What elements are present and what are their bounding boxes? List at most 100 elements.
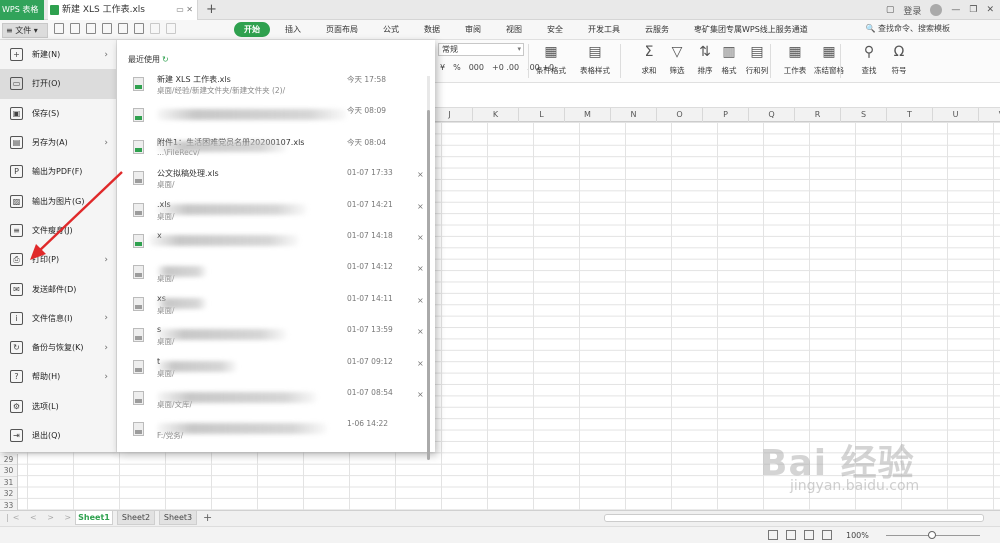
recent-file-item[interactable]: 附件1：生活困难党员名册20200107.xls...\FileRecv/今天 … <box>129 135 425 166</box>
add-sheet-button[interactable]: + <box>203 511 212 525</box>
redo-icon[interactable] <box>166 23 176 34</box>
number-format-button[interactable]: ¥ <box>440 63 445 72</box>
horizontal-scrollbar[interactable] <box>604 514 984 522</box>
recent-file-item[interactable]: x01-07 14:18× <box>129 229 425 260</box>
restore-icon[interactable]: ❐ <box>969 5 977 15</box>
column-header[interactable]: V <box>979 108 1000 122</box>
avatar[interactable] <box>930 4 943 16</box>
column-header[interactable]: O <box>657 108 703 122</box>
recent-file-item[interactable]: 桌面/01-07 14:12 × <box>129 260 425 291</box>
print-icon[interactable] <box>118 23 128 34</box>
column-header[interactable]: L <box>519 108 565 122</box>
file-menu-item[interactable]: ⚙ 选项(L) <box>0 392 116 421</box>
login-link[interactable]: 登录 <box>903 4 921 17</box>
column-header[interactable]: Q <box>749 108 795 122</box>
ribbon-group-button[interactable]: ▦ 条件格式 <box>530 44 572 76</box>
file-menu-item[interactable]: ▭ 打开(O) <box>0 69 116 99</box>
ribbon-group-button[interactable]: ▤ 表格样式 <box>574 44 616 76</box>
file-menu-item[interactable]: ? 帮助(H) › <box>0 362 116 391</box>
file-menu-item[interactable]: ≡ 文件瘦身(J) <box>0 216 116 245</box>
tab-item[interactable]: 视图 <box>496 22 532 37</box>
file-menu-item[interactable]: ⎙ 打印(P) › <box>0 245 116 274</box>
row-header[interactable]: 32 <box>0 488 17 500</box>
file-menu-item[interactable]: ⇥ 退出(Q) <box>0 421 116 450</box>
file-menu-item[interactable]: P 输出为PDF(F) <box>0 157 116 186</box>
recent-file-item[interactable]: s桌面/01-07 13:59× <box>129 323 425 354</box>
remove-recent-icon[interactable]: × <box>417 359 424 368</box>
sheet-tab[interactable]: Sheet3 <box>159 511 197 525</box>
document-tab[interactable]: 新建 XLS 工作表.xls ▭ ✕ <box>48 0 198 20</box>
close-icon[interactable]: ✕ <box>986 5 994 15</box>
number-format-select[interactable]: 常规 <box>438 43 524 56</box>
column-header[interactable]: U <box>933 108 979 122</box>
sheet-tab[interactable]: Sheet2 <box>117 511 155 525</box>
command-search[interactable]: 🔍 查找命令、搜索模板 <box>865 23 950 34</box>
export-icon[interactable] <box>70 23 80 34</box>
minimize-icon[interactable]: — <box>951 5 960 15</box>
ribbon-group-button[interactable]: Ω 符号 <box>878 44 920 76</box>
file-menu-item[interactable]: ▣ 保存(S) <box>0 99 116 128</box>
row-header[interactable]: 29 <box>0 454 17 466</box>
file-menu-item[interactable]: i 文件信息(I) › <box>0 304 116 333</box>
sheet-tab[interactable]: Sheet1 <box>75 511 113 525</box>
tab-item[interactable]: 公式 <box>373 22 409 37</box>
column-header[interactable]: P <box>703 108 749 122</box>
tab-item[interactable]: 插入 <box>275 22 311 37</box>
row-header[interactable]: 30 <box>0 465 17 477</box>
ribbon-group-button[interactable]: ▤ 行和列 <box>736 44 778 76</box>
file-menu-item[interactable]: ↻ 备份与恢复(K) › <box>0 333 116 362</box>
find-icon[interactable] <box>102 23 112 34</box>
recent-file-item[interactable]: 公文拟稿处理.xls 桌面/01-07 17:33 × <box>129 166 425 197</box>
remove-recent-icon[interactable]: × <box>417 202 424 211</box>
tab-item[interactable]: 云服务 <box>635 22 679 37</box>
paste-icon[interactable] <box>134 23 144 34</box>
column-header[interactable]: T <box>887 108 933 122</box>
recent-file-item[interactable]: t桌面/01-07 09:12× <box>129 355 425 386</box>
new-tab-button[interactable]: + <box>206 0 217 20</box>
app-name[interactable]: WPS 表格 <box>0 0 44 20</box>
recent-file-item[interactable]: .xls桌面/01-07 14:21× <box>129 198 425 229</box>
recent-file-item[interactable]: xs桌面/01-07 14:11× <box>129 292 425 323</box>
tab-item[interactable]: 枣矿集团专属WPS线上服务通道 <box>684 22 818 37</box>
number-format-button[interactable]: % <box>453 63 461 72</box>
print-preview-icon[interactable] <box>86 23 96 34</box>
save-icon[interactable] <box>54 23 64 34</box>
tab-home[interactable]: 开始 <box>234 22 270 37</box>
remove-recent-icon[interactable]: × <box>417 233 424 242</box>
tab-item[interactable]: 页面布局 <box>316 22 368 37</box>
row-header[interactable]: 31 <box>0 477 17 489</box>
recent-file-item[interactable]: 新建 XLS 工作表.xls 桌面/经验/新建文件夹/新建文件夹 (2)/ 今天 1… <box>129 72 425 103</box>
layout-icon[interactable]: ▢ <box>886 5 895 15</box>
page-layout-icon[interactable] <box>786 530 796 540</box>
number-format-button[interactable]: 000 <box>469 63 484 72</box>
file-menu-item[interactable]: ▨ 输出为图片(G) <box>0 186 116 215</box>
remove-recent-icon[interactable]: × <box>417 170 424 179</box>
tab-close-icon[interactable]: ▭ ✕ <box>176 0 193 20</box>
column-header[interactable]: K <box>473 108 519 122</box>
zoom-slider-handle[interactable] <box>928 531 936 539</box>
column-header[interactable]: S <box>841 108 887 122</box>
ribbon-group-button[interactable]: ▦ 冻结窗格 <box>808 44 850 76</box>
undo-icon[interactable] <box>150 23 160 34</box>
column-header[interactable]: R <box>795 108 841 122</box>
tab-item[interactable]: 审阅 <box>455 22 491 37</box>
file-menu-item[interactable]: + 新建(N) › <box>0 40 116 69</box>
file-menu-item[interactable]: ▤ 另存为(A) › <box>0 128 116 157</box>
remove-recent-icon[interactable]: × <box>417 327 424 336</box>
page-break-icon[interactable] <box>804 530 814 540</box>
sheet-nav-arrows[interactable]: |< < > >| <box>6 513 82 522</box>
file-menu-button[interactable]: ≡ 文件 ▾ <box>2 23 48 38</box>
column-header[interactable]: N <box>611 108 657 122</box>
column-header[interactable]: M <box>565 108 611 122</box>
zoom-level[interactable]: 100% <box>846 531 869 540</box>
tab-item[interactable]: 安全 <box>537 22 573 37</box>
recent-scroll-thumb[interactable] <box>427 110 430 460</box>
recent-file-item[interactable]: 桌面/文库/01-07 08:54 × <box>129 386 425 417</box>
number-format-button[interactable]: +0 .00 <box>492 63 519 72</box>
recent-file-item[interactable]: F:/党务/1-06 14:22 <box>129 417 425 448</box>
file-menu-item[interactable]: ✉ 发送邮件(D) <box>0 274 116 303</box>
recent-file-item[interactable]: 今天 08:09 <box>129 103 425 134</box>
refresh-icon[interactable]: ↻ <box>162 55 169 64</box>
normal-view-icon[interactable] <box>768 530 778 540</box>
reading-mode-icon[interactable] <box>822 530 832 540</box>
